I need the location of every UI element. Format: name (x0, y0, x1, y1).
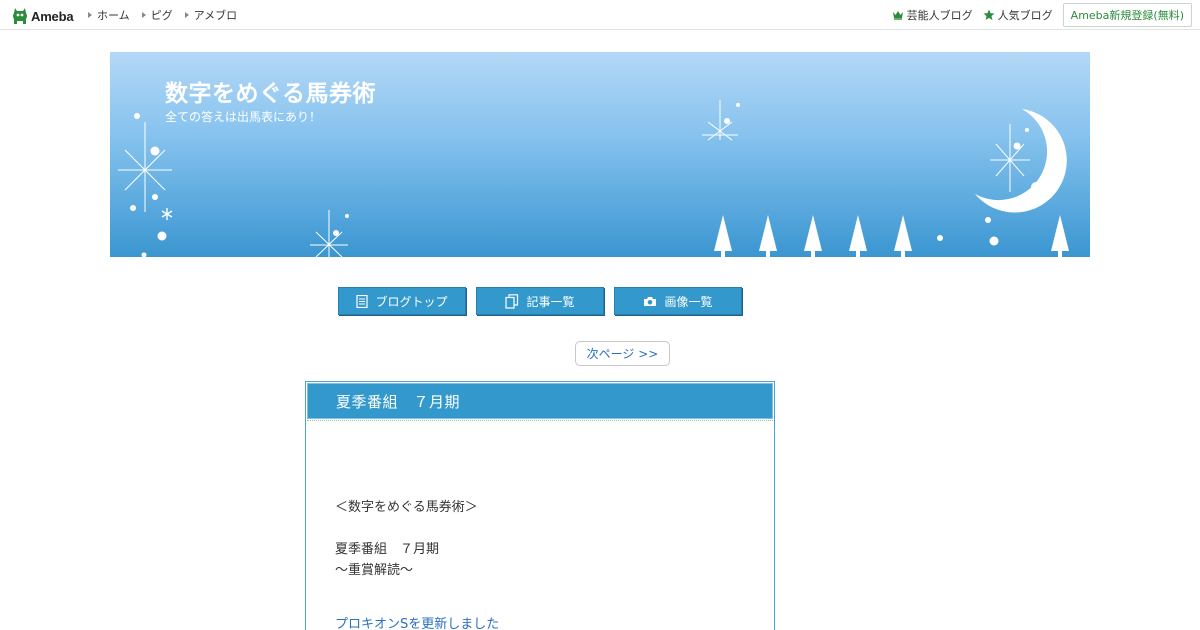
caret-right-icon (88, 12, 92, 18)
popular-blog-label: 人気ブログ (997, 9, 1053, 22)
article-list-button[interactable]: 記事一覧 (476, 287, 604, 315)
article-text-line: 夏季番組 ７月期 (335, 542, 440, 557)
copy-icon (505, 293, 519, 309)
article-list-label: 記事一覧 (526, 294, 575, 309)
asterisk-icon (161, 208, 173, 220)
ameba-register-button[interactable]: Ameba新規登録(無料) (1062, 3, 1192, 27)
article-text-line: ＜数字をめぐる馬券術＞ (335, 500, 478, 515)
next-page-button[interactable]: 次ページ >> (575, 341, 670, 366)
article-body: ＜数字をめぐる馬券術＞ 夏季番組 ７月期 ～重賞解読～ プロキオンSを更新しまし… (306, 421, 774, 630)
global-nav-ameblo[interactable]: アメブロ (184, 7, 238, 23)
global-nav-pigg[interactable]: ピグ (141, 7, 173, 23)
blog-top-label: ブログトップ (375, 294, 448, 309)
image-list-button[interactable]: 画像一覧 (614, 287, 742, 315)
celebrity-blog-link[interactable]: 芸能人ブログ (892, 7, 973, 23)
global-nav-ameblo-label: アメブロ (193, 9, 238, 22)
caret-right-icon (184, 12, 189, 18)
celebrity-blog-label: 芸能人ブログ (906, 9, 973, 22)
crescent-moon-icon (975, 109, 1067, 213)
image-list-label: 画像一覧 (664, 294, 713, 309)
sparkle-icon (118, 122, 172, 212)
blog-menu: ブログトップ 記事一覧 画像一覧 (338, 287, 752, 315)
global-nav-home[interactable]: ホーム (88, 7, 130, 23)
global-nav-pigg-label: ピグ (150, 9, 173, 22)
star-icon (983, 9, 995, 20)
popular-blog-link[interactable]: 人気ブログ (983, 7, 1053, 23)
tree-icons (714, 215, 1069, 257)
ameba-logo-text: Ameba (31, 8, 74, 24)
crown-icon (892, 11, 903, 20)
article-entry: 夏季番組 ７月期 ＜数字をめぐる馬券術＞ 夏季番組 ７月期 ～重賞解読～ プロキ… (305, 381, 775, 630)
sparkle-icon (702, 100, 738, 141)
global-header-right: 芸能人ブログ 人気ブログ Ameba新規登録(無料) (892, 0, 1192, 30)
blog-title[interactable]: 数字をめぐる馬券術 (165, 74, 376, 108)
caret-right-icon (141, 12, 146, 18)
global-nav-home-label: ホーム (97, 9, 130, 22)
blog-header-banner: 数字をめぐる馬券術 全ての答えは出馬表にあり！ (110, 52, 1090, 257)
ameba-logo[interactable]: Ameba (12, 6, 74, 26)
document-icon (356, 294, 369, 308)
global-nav: ホーム ピグ アメブロ (88, 0, 249, 30)
ameba-global-header: Ameba ホーム ピグ アメブロ 芸能人ブログ 人気ブログ Ameba新規登録… (0, 0, 1200, 30)
article-update-link[interactable]: プロキオンSを更新しました (335, 614, 774, 630)
sparkle-icon (990, 124, 1030, 192)
blog-top-button[interactable]: ブログトップ (338, 287, 466, 315)
sparkle-icon (310, 210, 348, 257)
article-header: 夏季番組 ７月期 (307, 383, 773, 419)
blog-description: 全ての答えは出馬表にあり！ (165, 110, 322, 124)
article-text-line: ～重賞解読～ (335, 563, 414, 578)
camera-icon (644, 296, 657, 306)
ameba-mascot-icon (13, 8, 27, 24)
article-title[interactable]: 夏季番組 ７月期 (336, 391, 460, 412)
